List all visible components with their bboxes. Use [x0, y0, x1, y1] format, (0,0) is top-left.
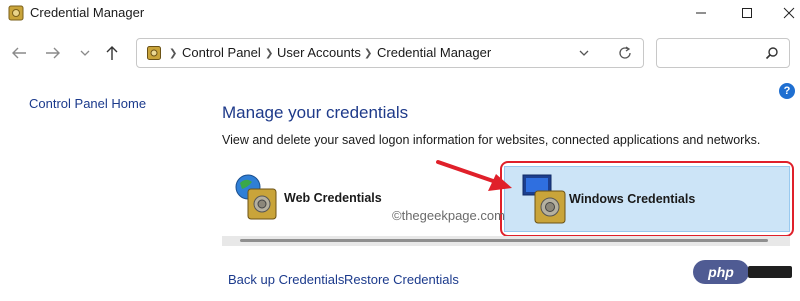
up-arrow-icon [106, 46, 118, 60]
control-panel-icon [147, 46, 161, 60]
search-icon[interactable] [765, 46, 779, 65]
breadcrumb-user-accounts[interactable]: User Accounts [277, 45, 361, 60]
watermark: ©thegeekpage.com [392, 208, 505, 223]
breadcrumb-chevron-icon: ❯ [265, 48, 274, 59]
back-up-credentials-link[interactable]: Back up Credentials [228, 272, 344, 287]
annotation-highlight-box [500, 161, 794, 237]
forward-arrow-icon [46, 47, 60, 59]
annotation-arrow-icon [436, 156, 516, 201]
address-dropdown-button[interactable] [577, 46, 591, 65]
tiles-divider-line [240, 239, 768, 242]
refresh-button[interactable] [617, 45, 633, 66]
chevron-down-icon [80, 50, 90, 56]
chevron-down-icon [579, 50, 589, 56]
control-panel-home-link[interactable]: Control Panel Home [29, 96, 146, 111]
window-title: Credential Manager [30, 5, 145, 20]
minimize-button[interactable] [678, 0, 724, 26]
restore-credentials-link[interactable]: Restore Credentials [344, 272, 459, 287]
maximize-icon [742, 8, 752, 18]
page-title: Manage your credentials [222, 103, 409, 122]
help-icon[interactable]: ? [779, 83, 795, 99]
minimize-icon [696, 12, 706, 14]
address-bar[interactable]: ❯ Control Panel ❯ User Accounts ❯ Creden… [136, 38, 644, 68]
title-bar: Credential Manager [0, 0, 800, 28]
php-badge: php [693, 260, 749, 284]
breadcrumb-chevron-icon: ❯ [364, 48, 373, 59]
up-button[interactable] [104, 45, 124, 63]
forward-button[interactable] [44, 45, 64, 63]
breadcrumb-credential-manager[interactable]: Credential Manager [377, 45, 491, 60]
close-icon [783, 7, 795, 19]
credential-vault-icon [8, 5, 24, 21]
web-credentials-icon [232, 173, 280, 226]
recent-locations-button[interactable] [78, 46, 98, 64]
breadcrumb-control-panel[interactable]: Control Panel [182, 45, 261, 60]
breadcrumb-chevron-icon: ❯ [169, 48, 178, 59]
search-box[interactable] [656, 38, 790, 68]
maximize-button[interactable] [724, 0, 770, 26]
web-credentials-label: Web Credentials [284, 191, 382, 205]
page-description: View and delete your saved logon informa… [222, 133, 761, 147]
back-arrow-icon [12, 47, 26, 59]
badge-tail [748, 266, 792, 278]
back-button[interactable] [10, 45, 30, 63]
refresh-icon [619, 46, 631, 59]
close-button[interactable] [766, 0, 800, 26]
